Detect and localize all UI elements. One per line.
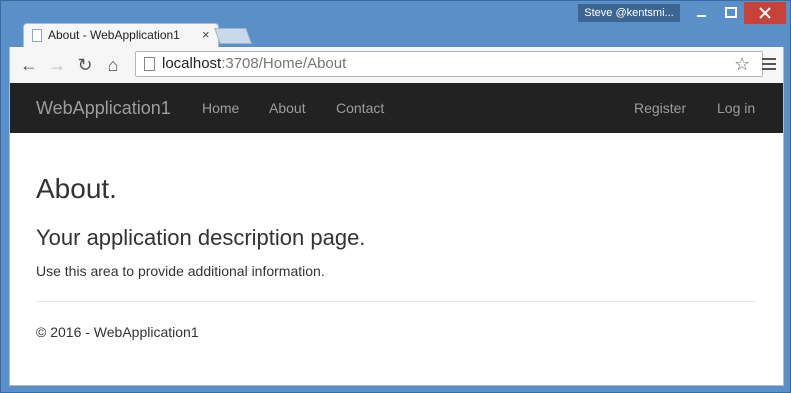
- minimize-icon: [697, 15, 706, 17]
- close-icon: [759, 7, 771, 19]
- browser-toolbar: ← → ↻ ⌂ localhost:3708/Home/About ☆: [9, 47, 784, 83]
- nav-about-link[interactable]: About: [269, 100, 306, 116]
- nav-register-link[interactable]: Register: [634, 100, 686, 116]
- url-host: localhost: [162, 55, 222, 72]
- site-brand-link[interactable]: WebApplication1: [36, 98, 171, 119]
- address-bar[interactable]: localhost:3708/Home/About ☆: [135, 51, 763, 77]
- forward-arrow-icon[interactable]: →: [46, 55, 68, 75]
- bookmark-star-icon[interactable]: ☆: [734, 54, 750, 75]
- tab-strip: About - WebApplication1 ×: [9, 23, 784, 47]
- page-icon: [144, 57, 155, 71]
- page-title: About.: [36, 173, 117, 204]
- browser-window: Steve @kentsmi... About - WebApplication…: [0, 0, 791, 393]
- back-arrow-icon[interactable]: ←: [18, 55, 40, 75]
- page-paragraph: Use this area to provide additional info…: [36, 263, 325, 279]
- site-navbar: WebApplication1 Home About Contact Regis…: [10, 83, 783, 133]
- minimize-button[interactable]: [684, 2, 718, 24]
- page-footer: © 2016 - WebApplication1: [36, 324, 199, 340]
- new-tab-button[interactable]: [214, 28, 252, 44]
- hamburger-menu-icon[interactable]: [762, 55, 776, 75]
- url-text: localhost:3708/Home/About: [162, 55, 346, 72]
- page-favicon-icon: [32, 29, 42, 42]
- footer-divider: [36, 301, 756, 302]
- nav-contact-link[interactable]: Contact: [336, 100, 384, 116]
- close-window-button[interactable]: [744, 2, 786, 24]
- nav-home-link[interactable]: Home: [202, 100, 239, 116]
- url-path: :3708/Home/About: [221, 55, 347, 72]
- profile-badge[interactable]: Steve @kentsmi...: [578, 4, 680, 22]
- tab-close-icon[interactable]: ×: [202, 27, 210, 42]
- page-subtitle: Your application description page.: [36, 225, 366, 250]
- nav-login-link[interactable]: Log in: [717, 100, 755, 116]
- reload-icon[interactable]: ↻: [74, 55, 96, 75]
- tab-about[interactable]: About - WebApplication1 ×: [23, 23, 219, 47]
- page-viewport: WebApplication1 Home About Contact Regis…: [9, 83, 784, 386]
- tab-title: About - WebApplication1: [48, 28, 180, 42]
- maximize-button[interactable]: [718, 2, 744, 24]
- maximize-icon: [725, 7, 737, 18]
- home-icon[interactable]: ⌂: [102, 55, 124, 75]
